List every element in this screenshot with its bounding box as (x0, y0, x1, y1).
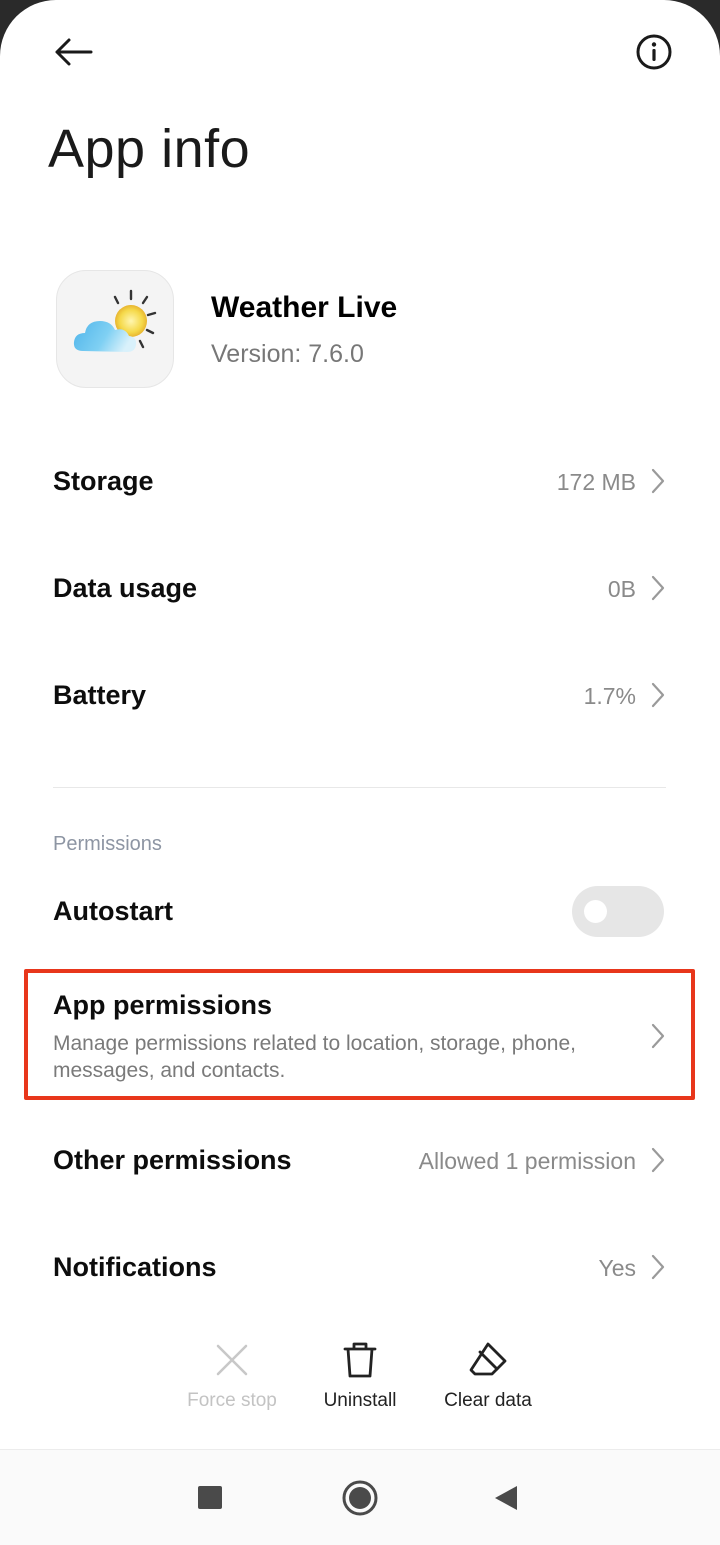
battery-label: Battery (53, 680, 147, 710)
close-x-icon (216, 1344, 248, 1376)
storage-row[interactable]: Storage 172 MB (0, 435, 720, 527)
autostart-label: Autostart (53, 896, 173, 926)
storage-value: 172 MB (556, 469, 636, 495)
data-usage-value: 0B (607, 576, 636, 602)
uninstall-button[interactable]: Uninstall (295, 1338, 425, 1412)
data-usage-row[interactable]: Data usage 0B (0, 542, 720, 634)
back-button[interactable] (40, 26, 106, 78)
other-permissions-label: Other permissions (53, 1145, 292, 1175)
autostart-toggle[interactable] (572, 886, 664, 937)
clear-data-button[interactable]: Clear data (423, 1338, 553, 1412)
app-icon (56, 270, 174, 388)
info-circle-icon (636, 34, 672, 70)
info-button[interactable] (626, 26, 682, 78)
home-circle-icon[interactable] (342, 1480, 378, 1516)
chevron-right-icon (651, 1147, 665, 1173)
chevron-right-icon (651, 682, 665, 708)
trash-icon (343, 1342, 377, 1378)
toggle-knob (584, 900, 607, 923)
uninstall-label: Uninstall (323, 1390, 397, 1411)
notifications-label: Notifications (53, 1252, 217, 1282)
chevron-right-icon (651, 575, 665, 601)
battery-value: 1.7% (583, 683, 636, 709)
clear-data-label: Clear data (444, 1390, 532, 1411)
section-divider (53, 787, 666, 788)
back-triangle-icon[interactable] (493, 1484, 519, 1512)
weather-cloud-sun-icon (73, 289, 157, 352)
notifications-value: Yes (598, 1255, 636, 1281)
page-title: App info (48, 119, 251, 179)
data-usage-label: Data usage (53, 573, 198, 603)
chevron-right-icon (651, 1254, 665, 1280)
eraser-icon (469, 1342, 507, 1376)
app-version: Version: 7.6.0 (211, 340, 364, 368)
recents-square-icon[interactable] (198, 1486, 222, 1509)
other-permissions-value: Allowed 1 permission (418, 1148, 636, 1174)
arrow-left-icon (55, 38, 93, 66)
other-permissions-row[interactable]: Other permissions Allowed 1 permission (0, 1114, 720, 1206)
force-stop-label: Force stop (187, 1390, 277, 1411)
force-stop-button[interactable]: Force stop (167, 1338, 297, 1412)
battery-row[interactable]: Battery 1.7% (0, 649, 720, 741)
app-info-screen: App info Weather Live Version: 7.6.0 Sto… (0, 0, 720, 1545)
storage-label: Storage (53, 466, 154, 496)
permissions-section-title: Permissions (53, 833, 162, 855)
notifications-row[interactable]: Notifications Yes (0, 1221, 720, 1313)
highlight-annotation-box (24, 969, 695, 1100)
chevron-right-icon (651, 468, 665, 494)
app-name: Weather Live (211, 291, 398, 324)
